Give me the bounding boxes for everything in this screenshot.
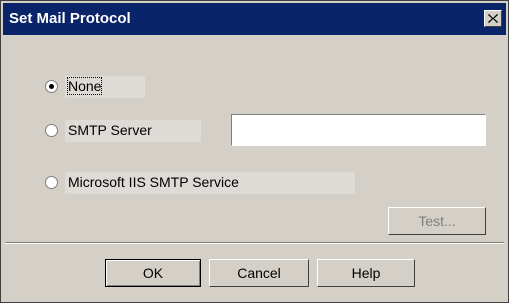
option-iis-smtp-service[interactable]: Microsoft IIS SMTP Service (45, 172, 355, 194)
radio-none[interactable] (45, 80, 58, 93)
option-smtp-server[interactable]: SMTP Server (45, 120, 205, 142)
title-bar[interactable]: Set Mail Protocol (3, 3, 506, 35)
close-button[interactable] (484, 10, 502, 27)
help-button[interactable]: Help (317, 259, 415, 287)
radio-none-selected-dot (49, 84, 54, 89)
dialog-title: Set Mail Protocol (9, 10, 131, 27)
close-icon (488, 14, 498, 23)
ok-button[interactable]: OK (105, 259, 201, 287)
smtp-server-input[interactable] (231, 114, 486, 146)
option-iis-smtp-service-label: Microsoft IIS SMTP Service (68, 174, 239, 190)
option-none[interactable]: None (45, 76, 149, 98)
set-mail-protocol-dialog: Set Mail Protocol None SMTP Server Micro… (0, 0, 509, 303)
option-smtp-server-label: SMTP Server (68, 122, 152, 138)
radio-iis-smtp-service[interactable] (45, 176, 58, 189)
option-none-label: None (66, 77, 103, 95)
cancel-button[interactable]: Cancel (209, 259, 309, 287)
test-button[interactable]: Test... (388, 207, 486, 235)
button-separator (5, 242, 504, 244)
radio-smtp-server[interactable] (45, 124, 58, 137)
